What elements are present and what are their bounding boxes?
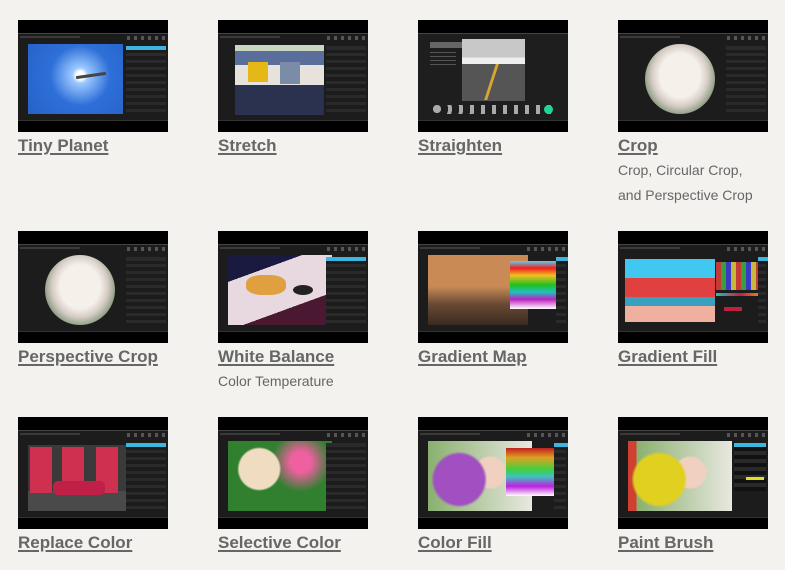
perspective-crop-thumbnail[interactable]	[18, 231, 168, 343]
tool-link-gradient-fill[interactable]: Gradient Fill	[618, 347, 717, 367]
editor-screenshot	[218, 33, 368, 121]
tool-link-straighten[interactable]: Straighten	[418, 136, 502, 156]
tool-link-selective-color[interactable]: Selective Color	[218, 533, 341, 553]
tool-link-color-fill[interactable]: Color Fill	[418, 533, 492, 553]
tool-card-paint-brush: Paint Brush	[618, 417, 768, 553]
editor-screenshot	[18, 430, 168, 518]
editor-screenshot	[418, 430, 568, 518]
tool-card-tiny-planet: Tiny Planet	[18, 20, 168, 156]
tool-card-selective-color: Selective Color	[218, 417, 368, 553]
editor-screenshot	[18, 33, 168, 121]
crop-description-line: Crop, Circular Crop,	[618, 162, 743, 178]
tool-card-replace-color: Replace Color	[18, 417, 168, 553]
tool-card-stretch: Stretch	[218, 20, 368, 156]
selective-color-thumbnail[interactable]	[218, 417, 368, 529]
tool-link-perspective-crop[interactable]: Perspective Crop	[18, 347, 158, 367]
paint-brush-thumbnail[interactable]	[618, 417, 768, 529]
gradient-fill-thumbnail[interactable]	[618, 231, 768, 343]
tool-link-paint-brush[interactable]: Paint Brush	[618, 533, 713, 553]
tool-link-tiny-planet[interactable]: Tiny Planet	[18, 136, 108, 156]
tool-card-white-balance: White Balance Color Temperature	[218, 231, 368, 394]
tool-card-straighten: Straighten	[418, 20, 568, 156]
replace-color-thumbnail[interactable]	[18, 417, 168, 529]
stretch-thumbnail[interactable]	[218, 20, 368, 132]
crop-description-line: and Perspective Crop	[618, 187, 753, 203]
gradient-map-thumbnail[interactable]	[418, 231, 568, 343]
tool-card-perspective-crop: Perspective Crop	[18, 231, 168, 367]
tiny-planet-thumbnail[interactable]	[18, 20, 168, 132]
editor-screenshot	[618, 244, 768, 332]
tool-link-replace-color[interactable]: Replace Color	[18, 533, 132, 553]
tool-card-gradient-fill: Gradient Fill	[618, 231, 768, 367]
crop-thumbnail[interactable]	[618, 20, 768, 132]
editor-screenshot	[218, 244, 368, 332]
tool-card-color-fill: Color Fill	[418, 417, 568, 553]
editor-screenshot	[218, 430, 368, 518]
white-balance-description: Color Temperature	[218, 373, 334, 389]
editor-screenshot	[418, 33, 568, 121]
tool-link-crop[interactable]: Crop	[618, 136, 658, 156]
white-balance-thumbnail[interactable]	[218, 231, 368, 343]
tool-card-gradient-map: Gradient Map	[418, 231, 568, 367]
tool-link-white-balance[interactable]: White Balance	[218, 347, 334, 367]
editor-screenshot	[618, 33, 768, 121]
editor-screenshot	[618, 430, 768, 518]
straighten-thumbnail[interactable]	[418, 20, 568, 132]
tool-card-crop: Crop Crop, Circular Crop, and Perspectiv…	[618, 20, 768, 208]
editor-screenshot	[18, 244, 168, 332]
tool-link-stretch[interactable]: Stretch	[218, 136, 277, 156]
crop-description: Crop, Circular Crop, and Perspective Cro…	[618, 158, 768, 208]
color-fill-thumbnail[interactable]	[418, 417, 568, 529]
editor-screenshot	[418, 244, 568, 332]
tool-link-gradient-map[interactable]: Gradient Map	[418, 347, 527, 367]
